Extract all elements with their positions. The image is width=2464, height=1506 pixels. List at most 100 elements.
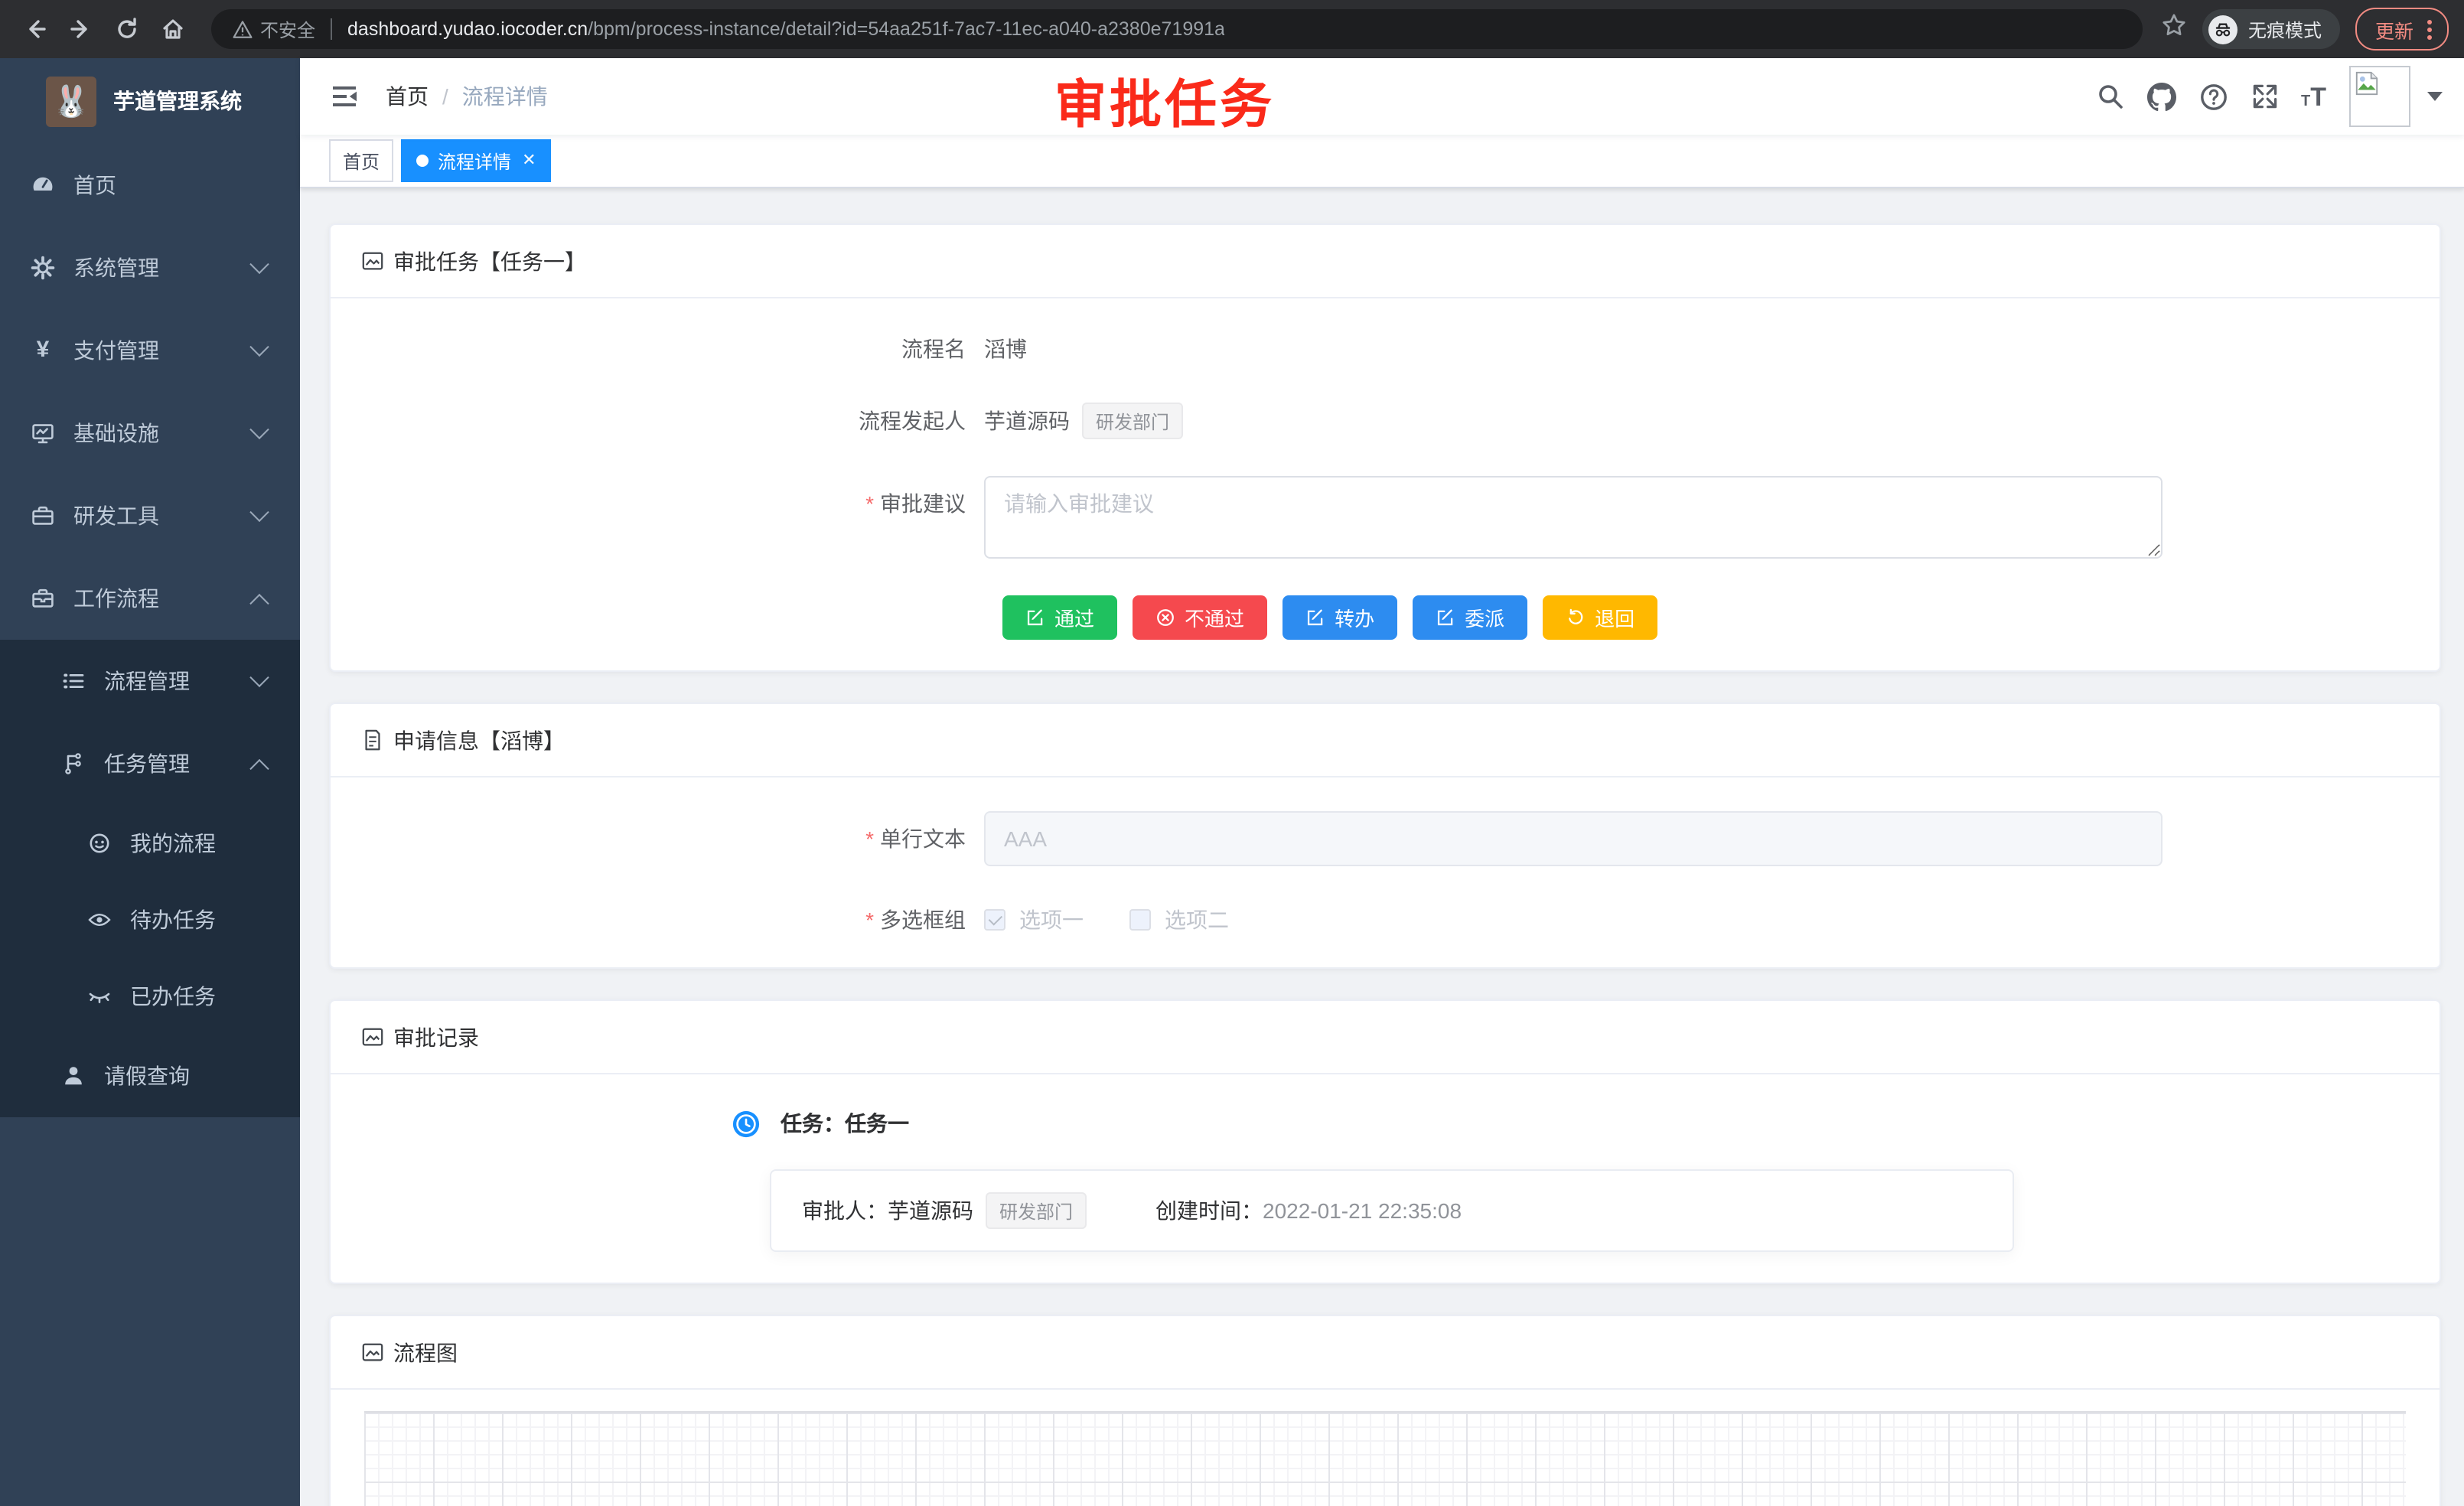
picture-icon (361, 1025, 384, 1048)
toolbox-icon (31, 504, 55, 528)
close-icon[interactable]: ✕ (522, 152, 536, 169)
checkbox-option-1: 选项一 (984, 905, 1084, 935)
eye-open-icon (87, 908, 112, 932)
incognito-icon (2208, 15, 2237, 44)
created-value: 2022-01-21 22:35:08 (1263, 1198, 1462, 1223)
created-label: 创建时间： (1155, 1195, 1263, 1226)
app-title: 芋道管理系统 (113, 86, 242, 116)
breadcrumb: 首页 / 流程详情 (386, 81, 548, 112)
sidebar-item-leave-query[interactable]: 请假查询 (0, 1035, 300, 1117)
back-icon[interactable] (15, 9, 55, 49)
reject-button[interactable]: 不通过 (1133, 595, 1267, 640)
breadcrumb-separator: / (442, 84, 448, 109)
sidebar-toggle-icon[interactable] (321, 84, 367, 109)
checkbox-group-label: 多选框组 (361, 905, 984, 935)
initiator-label: 流程发起人 (361, 406, 984, 436)
picture-icon (361, 249, 384, 272)
logo-image: 🐰 (46, 76, 96, 126)
search-icon[interactable] (2096, 83, 2123, 110)
warning-icon (233, 19, 253, 39)
url-path: /bpm/process-instance/detail?id=54aa251f… (588, 18, 1225, 40)
edit-icon (1436, 608, 1455, 628)
sidebar-item-my-process[interactable]: 我的流程 (0, 805, 300, 882)
checkbox-unchecked-icon (1129, 909, 1151, 931)
process-name-value: 滔博 (984, 334, 1027, 364)
update-label: 更新 (2375, 15, 2413, 44)
breadcrumb-home[interactable]: 首页 (386, 81, 429, 112)
approval-record-card: 审批记录 任务：任务一 审批人： 芋道源码 研发部门 创建时间： (329, 999, 2441, 1284)
single-text-label: 单行文本 (361, 823, 984, 854)
broken-image-icon (2354, 70, 2380, 96)
address-bar[interactable]: 不安全 dashboard.yudao.iocoder.cn/bpm/proce… (211, 9, 2143, 49)
briefcase-icon (31, 586, 55, 611)
record-panel: 审批人： 芋道源码 研发部门 创建时间： 2022-01-21 22:35:08 (770, 1169, 2014, 1252)
sidebar-item-devtools[interactable]: 研发工具 (0, 474, 300, 557)
sidebar: 🐰 芋道管理系统 首页 系统管理 ¥ 支付管理 基础设施 (0, 58, 300, 1506)
bpmn-canvas[interactable] (364, 1411, 2406, 1506)
breadcrumb-current: 流程详情 (462, 81, 548, 112)
sidebar-item-task-mgmt[interactable]: 任务管理 (0, 722, 300, 805)
application-info-card: 申请信息【滔博】 单行文本 多选框组 选项一 (329, 702, 2441, 969)
checkbox-option-2: 选项二 (1129, 905, 1229, 935)
transfer-button[interactable]: 转办 (1283, 595, 1397, 640)
workflow-submenu: 流程管理 任务管理 我的流程 待办任务 (0, 640, 300, 1117)
approve-button[interactable]: 通过 (1002, 595, 1117, 640)
browser-toolbar: 不安全 dashboard.yudao.iocoder.cn/bpm/proce… (0, 0, 2464, 58)
home-icon[interactable] (153, 9, 193, 49)
dashboard-icon (31, 173, 55, 197)
security-warning[interactable]: 不安全 (233, 16, 315, 42)
checkbox-group: 选项一 选项二 (984, 905, 1229, 935)
bookmark-star-icon[interactable] (2161, 12, 2187, 46)
document-icon (361, 729, 384, 751)
user-icon (61, 1064, 86, 1088)
sidebar-item-process-mgmt[interactable]: 流程管理 (0, 640, 300, 722)
task-line: 任务：任务一 (781, 1108, 909, 1139)
card-title: 审批任务【任务一】 (393, 246, 586, 276)
avatar-caret-icon[interactable] (2427, 92, 2443, 101)
card-title: 申请信息【滔博】 (393, 725, 565, 755)
help-icon[interactable] (2198, 82, 2228, 111)
sidebar-item-home[interactable]: 首页 (0, 144, 300, 227)
initiator-value: 芋道源码 (984, 406, 1070, 436)
approval-task-card: 审批任务【任务一】 流程名 滔博 流程发起人 芋道源码 研发部门 (329, 223, 2441, 672)
clock-icon (732, 1109, 761, 1138)
sidebar-item-payment[interactable]: ¥ 支付管理 (0, 309, 300, 392)
forward-icon[interactable] (61, 9, 101, 49)
top-navbar: 首页 / 流程详情 TT (300, 58, 2464, 135)
avatar[interactable] (2349, 66, 2410, 127)
card-title: 流程图 (393, 1337, 458, 1367)
flow-diagram-card: 流程图 (329, 1315, 2441, 1506)
sidebar-item-workflow[interactable]: 工作流程 (0, 557, 300, 640)
process-name-label: 流程名 (361, 334, 984, 364)
fullscreen-icon[interactable] (2251, 83, 2278, 110)
process-list-icon (61, 669, 86, 693)
url-divider (331, 18, 332, 40)
github-icon[interactable] (2146, 82, 2176, 111)
dept-tag: 研发部门 (1082, 403, 1183, 439)
approver-value: 芋道源码 (888, 1195, 973, 1226)
app-main: 审批任务【任务一】 流程名 滔博 流程发起人 芋道源码 研发部门 (300, 188, 2464, 1506)
tab-home[interactable]: 首页 (329, 139, 393, 182)
incognito-badge: 无痕模式 (2202, 9, 2340, 49)
security-label: 不安全 (260, 16, 315, 42)
sidebar-item-todo-tasks[interactable]: 待办任务 (0, 882, 300, 958)
tab-process-detail[interactable]: 流程详情 ✕ (401, 139, 551, 182)
single-text-input (984, 811, 2163, 866)
undo-icon (1566, 608, 1586, 628)
sidebar-item-system[interactable]: 系统管理 (0, 227, 300, 309)
incognito-label: 无痕模式 (2248, 16, 2322, 42)
suggestion-textarea[interactable] (984, 476, 2163, 559)
gear-icon (31, 256, 55, 280)
font-size-icon[interactable]: TT (2301, 83, 2326, 109)
sidebar-item-done-tasks[interactable]: 已办任务 (0, 958, 300, 1035)
sidebar-item-infra[interactable]: 基础设施 (0, 392, 300, 474)
approver-label: 审批人： (802, 1195, 888, 1226)
delegate-button[interactable]: 委派 (1413, 595, 1527, 640)
return-button[interactable]: 退回 (1543, 595, 1657, 640)
browser-menu-icon[interactable] (2427, 19, 2432, 39)
app-logo[interactable]: 🐰 芋道管理系统 (0, 58, 300, 144)
reload-icon[interactable] (107, 9, 147, 49)
browser-update-button[interactable]: 更新 (2355, 8, 2449, 51)
active-dot (416, 155, 429, 167)
picture-icon (361, 1341, 384, 1364)
